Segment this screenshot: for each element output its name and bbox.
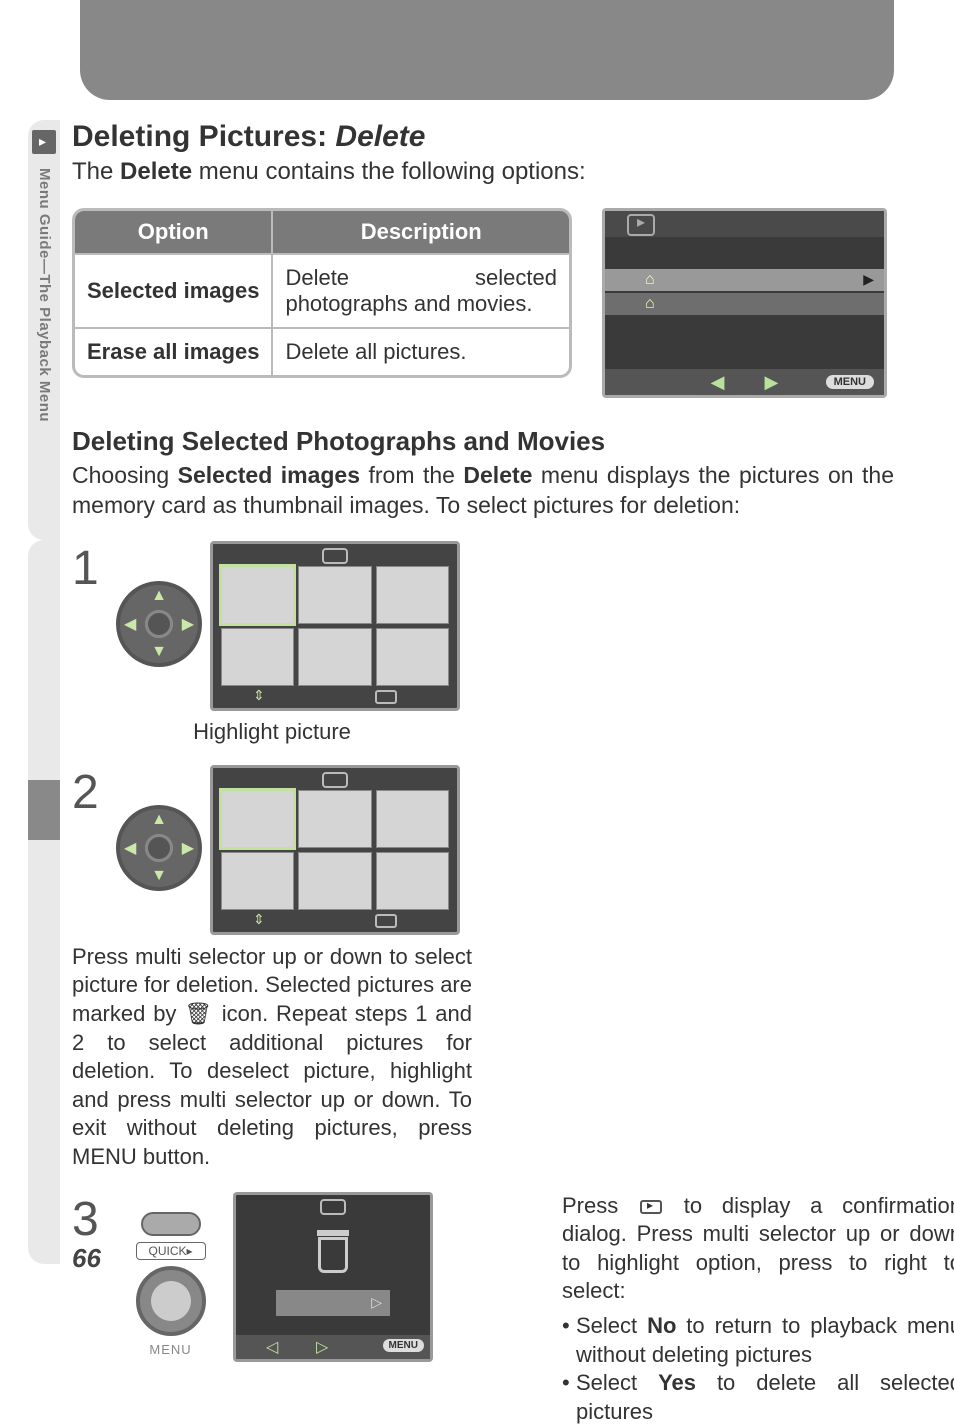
arrow-right-icon: ▶ [765,372,779,393]
arrow-left-icon: ◁ [266,1337,278,1357]
opt-name: Selected images [75,253,273,327]
center-button-icon [145,610,173,638]
thumbnail [221,790,294,848]
thumbnail [376,566,449,624]
step-caption: Highlight picture [72,719,472,745]
th-option: Option [75,211,273,253]
table-row: Erase all images Delete all pictures. [75,327,569,375]
opt-desc: Delete selected photographs and movies. [273,253,569,327]
menu-footer-bar: ◀ ▶ MENU [605,369,884,395]
arrow-up-icon: ▲ [151,587,167,605]
arrow-right-icon: ▷ [316,1337,328,1357]
menu-button-label: MENU [383,1339,424,1352]
table-row: Selected images Delete selected photogra… [75,253,569,327]
title-prefix: Deleting Pictures: [72,120,335,153]
updown-icon: ⇕ [253,687,265,704]
arrow-down-icon: ▼ [151,643,167,661]
bullet-item: Select No to return to playback menu wit… [562,1312,954,1369]
playback-icon [322,772,348,788]
thumbnail [298,852,371,910]
arrow-left-icon: ◀ [711,372,725,393]
menu-row [605,245,884,267]
arrow-up-icon: ▲ [151,811,167,829]
step-3: 3 QUICK▸ MENU ◁ ▷ MENU [72,1192,892,1362]
subsection-title: Deleting Selected Photographs and Movies [72,426,894,457]
menu-row [605,317,884,339]
thumbnail [298,566,371,624]
thumbnail [376,852,449,910]
step-number: 3 [72,1192,108,1247]
opt-name: Erase all images [75,327,273,375]
header-dark-box [80,0,894,100]
arrow-right-icon: ▶ [182,838,194,858]
dialog-option [276,1290,390,1316]
multi-selector-icon [136,1266,206,1336]
camera-menu-illustration: ⌂ ⌂ ◀ ▶ MENU [602,208,887,398]
playback-icon [32,130,56,154]
trash-icon [318,1237,348,1273]
arrow-left-icon: ◀ [124,614,136,634]
subsection-paragraph: Choosing Selected images from the Delete… [72,461,894,521]
playback-icon [320,1199,346,1215]
arrow-left-icon: ◀ [124,838,136,858]
arrow-down-icon: ▼ [151,867,167,885]
dialog-footer: ◁ ▷ MENU [236,1335,430,1359]
menu-header-bar [605,211,884,237]
side-tab: Menu Guide—The Playback Menu [28,120,60,540]
thumbnail [221,628,294,686]
steps-container: 1 ▲ ▼ ◀ ▶ [72,541,894,1362]
multi-selector-illustration: ▲ ▼ ◀ ▶ [116,581,202,667]
title-em: Delete [335,120,425,153]
opt-desc: Delete all pictures. [273,327,569,375]
confirm-dialog-screen: ◁ ▷ MENU [233,1192,433,1362]
mode-dial-icon [141,1212,201,1236]
multi-selector-illustration: ▲ ▼ ◀ ▶ [116,805,202,891]
side-bar-marker [28,780,60,840]
page-title: Deleting Pictures: Delete [72,120,894,154]
step-1: 1 ▲ ▼ ◀ ▶ [72,541,472,745]
camera-body-illustration: QUICK▸ MENU [118,1212,223,1357]
center-button-icon [145,834,173,862]
side-tab-label: Menu Guide—The Playback Menu [28,162,53,422]
menu-label: MENU [118,1342,223,1357]
playback-icon [322,548,348,564]
updown-icon: ⇕ [253,911,265,928]
side-bar [28,540,60,1264]
thumbnail [298,628,371,686]
page-number: 66 [72,1243,101,1274]
row-icon: ⌂ [645,271,655,289]
thumbnail [298,790,371,848]
row-icon: ⌂ [645,295,655,313]
playback-icon [375,914,397,928]
playback-icon [375,690,397,704]
step-number: 2 [72,765,108,820]
step-2: 2 ▲ ▼ ◀ ▶ [72,765,472,1172]
page-content: Deleting Pictures: Delete The Delete men… [72,120,894,1362]
options-table: Option Description Selected images Delet… [72,208,572,378]
playback-icon [640,1200,662,1214]
thumbnail [376,790,449,848]
menu-button-label: MENU [826,375,874,389]
step-number: 1 [72,541,108,596]
menu-row: ⌂ [605,293,884,315]
menu-row [605,341,884,363]
thumbnail-screen: ⇕ [210,541,460,711]
thumbnail [376,628,449,686]
thumbnail [221,852,294,910]
step-text: Press multi selector up or down to selec… [72,943,472,1172]
intro-line: The Delete menu contains the following o… [72,158,894,186]
menu-row-highlighted: ⌂ [605,269,884,291]
thumbnail [221,566,294,624]
thumbnail-screen: ⇕ [210,765,460,935]
arrow-right-icon: ▶ [182,614,194,634]
bullet-item: Select Yes to delete all selected pictur… [562,1369,954,1426]
options-row: Option Description Selected images Delet… [72,208,894,398]
quick-label: QUICK▸ [136,1242,206,1260]
step-text: Press to display a confirmation dialog. … [562,1192,954,1426]
th-description: Description [273,211,569,253]
